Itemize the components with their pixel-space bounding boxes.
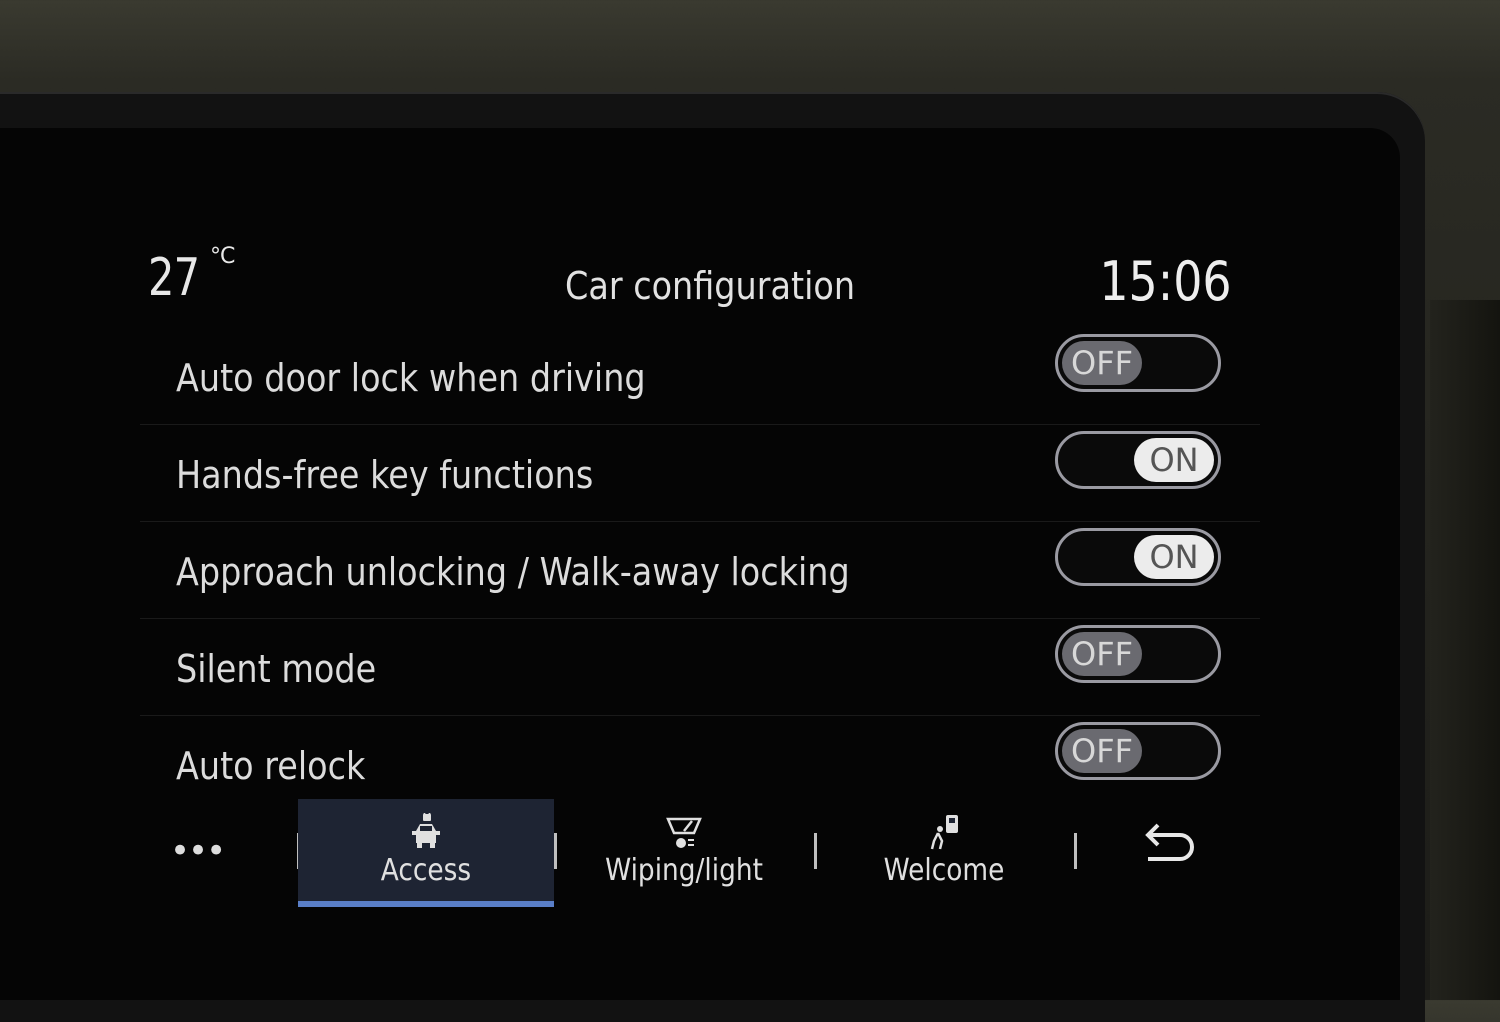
- toggle-knob: OFF: [1062, 341, 1142, 385]
- tab-label: Access: [380, 853, 472, 888]
- toggle-knob: ON: [1134, 535, 1214, 579]
- tab-label: Wiping/light: [605, 853, 763, 888]
- auto-door-lock-toggle[interactable]: OFF: [1055, 334, 1221, 392]
- silent-mode-toggle[interactable]: OFF: [1055, 625, 1221, 683]
- toggle-knob: OFF: [1062, 729, 1142, 773]
- auto-relock-toggle[interactable]: OFF: [1055, 722, 1221, 780]
- nav-divider: [1074, 833, 1077, 869]
- tab-access[interactable]: Access: [298, 799, 554, 907]
- setting-label: Auto relock: [176, 744, 366, 788]
- more-options-button[interactable]: •••: [170, 831, 226, 871]
- status-bar: 27 °C Car configuration 15:06: [0, 128, 1400, 328]
- setting-row-hands-free-key[interactable]: Hands-free key functions ON: [140, 425, 1260, 522]
- setting-row-approach-unlocking[interactable]: Approach unlocking / Walk-away locking O…: [140, 522, 1260, 619]
- setting-row-auto-door-lock[interactable]: Auto door lock when driving OFF: [140, 328, 1260, 425]
- toggle-knob: ON: [1134, 438, 1214, 482]
- welcome-walk-icon: [930, 815, 958, 850]
- air-vent: [1430, 300, 1500, 1000]
- setting-label: Silent mode: [176, 647, 377, 691]
- clock: 15:06: [1099, 250, 1232, 313]
- tab-wiping-light[interactable]: Wiping/light: [556, 799, 812, 907]
- tab-welcome[interactable]: Welcome: [816, 799, 1072, 907]
- setting-row-silent-mode[interactable]: Silent mode OFF: [140, 619, 1260, 716]
- setting-label: Auto door lock when driving: [176, 356, 646, 400]
- bottom-nav: ••• Access Wiping/light Welcome: [140, 793, 1260, 913]
- infotainment-screen: 27 °C Car configuration 15:06 Auto door …: [0, 128, 1400, 1000]
- car-lock-icon: [412, 813, 440, 848]
- back-arrow-icon[interactable]: [1140, 821, 1200, 871]
- toggle-knob: OFF: [1062, 632, 1142, 676]
- tab-label: Welcome: [883, 853, 1005, 888]
- settings-list: Auto door lock when driving OFF Hands-fr…: [140, 328, 1260, 812]
- setting-label: Approach unlocking / Walk-away locking: [176, 550, 850, 594]
- hands-free-key-toggle[interactable]: ON: [1055, 431, 1221, 489]
- approach-unlocking-toggle[interactable]: ON: [1055, 528, 1221, 586]
- setting-label: Hands-free key functions: [176, 453, 594, 497]
- wiper-light-icon: [666, 817, 702, 848]
